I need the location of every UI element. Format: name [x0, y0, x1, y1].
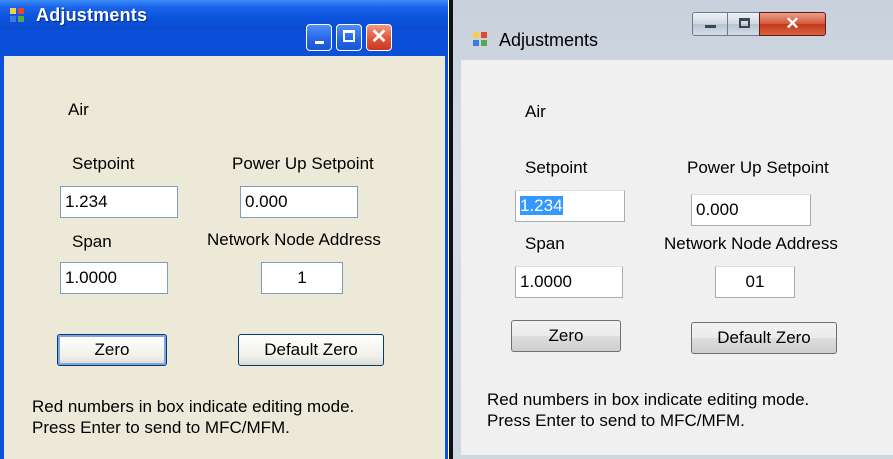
zero-button[interactable]: Zero	[57, 334, 167, 366]
maximize-button[interactable]	[727, 12, 760, 36]
client-area: Air Setpoint Power Up Setpoint 1.234 0.0…	[4, 56, 445, 459]
client-area: Air Setpoint Power Up Setpoint 1.234 0.0…	[461, 60, 893, 455]
close-icon: ✕	[370, 26, 388, 48]
window-frame: Adjustments ✕ Air Setpoint Power Up Setp…	[453, 0, 893, 459]
setpoint-input[interactable]: 1.234	[515, 190, 625, 222]
press-enter-message: Press Enter to send to MFC/MFM.	[487, 411, 745, 430]
span-input[interactable]: 1.0000	[515, 266, 623, 298]
maximize-icon	[343, 30, 355, 42]
default-zero-button[interactable]: Default Zero	[691, 322, 837, 354]
app-grid-icon[interactable]	[473, 32, 489, 48]
close-icon: ✕	[785, 14, 800, 33]
adjustments-window-xp: Adjustments ✕ Air Setpoint Power Up Setp…	[0, 0, 448, 459]
default-zero-button[interactable]: Default Zero	[238, 334, 384, 366]
maximize-icon	[739, 18, 750, 28]
app-grid-icon[interactable]	[10, 8, 26, 24]
network-node-address-label: Network Node Address	[207, 230, 381, 249]
span-label: Span	[72, 232, 112, 251]
span-label: Span	[525, 234, 565, 253]
power-up-setpoint-input[interactable]: 0.000	[240, 186, 358, 218]
setpoint-input[interactable]: 1.234	[60, 186, 178, 218]
setpoint-label: Setpoint	[525, 158, 588, 177]
power-up-setpoint-label: Power Up Setpoint	[687, 158, 829, 177]
editing-mode-message: Red numbers in box indicate editing mode…	[32, 397, 355, 416]
minimize-icon	[315, 41, 324, 44]
network-node-address-label: Network Node Address	[664, 234, 838, 253]
close-button[interactable]: ✕	[759, 12, 826, 36]
gas-label: Air	[525, 102, 546, 121]
maximize-button[interactable]	[336, 24, 362, 51]
minimize-button[interactable]	[692, 12, 728, 36]
close-button[interactable]: ✕	[366, 24, 392, 51]
power-up-setpoint-input[interactable]: 0.000	[691, 194, 811, 226]
network-node-address-input[interactable]: 01	[715, 266, 795, 298]
span-input[interactable]: 1.0000	[60, 262, 168, 294]
press-enter-message: Press Enter to send to MFC/MFM.	[32, 418, 290, 437]
setpoint-label: Setpoint	[72, 154, 135, 173]
adjustments-window-vista: Adjustments ✕ Air Setpoint Power Up Setp…	[449, 0, 893, 459]
title-bar[interactable]: Adjustments	[453, 0, 893, 58]
minimize-icon	[705, 25, 716, 28]
window-title: Adjustments	[499, 30, 599, 50]
selected-text[interactable]: 1.234	[520, 196, 563, 215]
minimize-button[interactable]	[306, 24, 332, 51]
gas-label: Air	[68, 100, 89, 119]
window-title: Adjustments	[36, 5, 148, 25]
network-node-address-input[interactable]: 1	[261, 262, 343, 294]
zero-button[interactable]: Zero	[511, 320, 621, 352]
editing-mode-message: Red numbers in box indicate editing mode…	[487, 390, 810, 409]
power-up-setpoint-label: Power Up Setpoint	[232, 154, 374, 173]
